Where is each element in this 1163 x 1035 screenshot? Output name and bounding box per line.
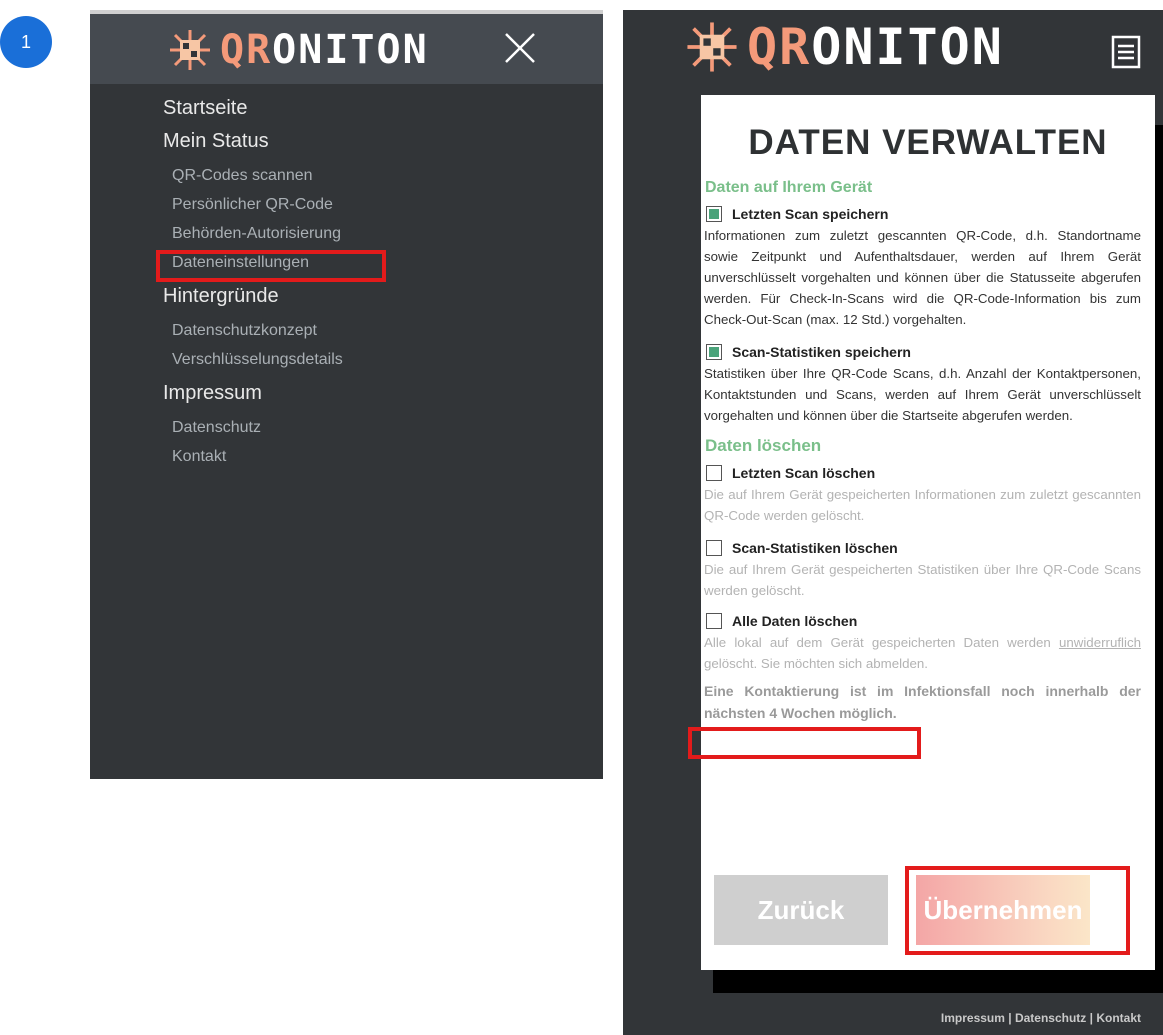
menu-item-behoerden-autorisierung[interactable]: Behörden-Autorisierung (163, 219, 603, 248)
delete-all-checkbox[interactable] (706, 613, 722, 629)
save-stats-checkbox[interactable] (706, 344, 722, 360)
delete-last-scan-description: Die auf Ihrem Gerät gespeicherten Inform… (704, 487, 1141, 523)
menu-item-persoenlicher-qr-code[interactable]: Persönlicher QR-Code (163, 190, 603, 219)
navigation-menu-panel: QRONITON Startseite Mein Status QR-Codes… (90, 10, 603, 779)
virus-logo-icon (687, 22, 737, 72)
back-button[interactable]: Zurück (714, 875, 888, 945)
delete-all-label: Alle Daten löschen (732, 613, 858, 629)
settings-card: DATEN VERWALTEN Daten auf Ihrem Gerät Le… (701, 95, 1155, 970)
delete-stats-description: Die auf Ihrem Gerät gespeicherten Statis… (704, 562, 1141, 598)
menu-item-hintergruende[interactable]: Hintergründe (163, 277, 603, 316)
delete-all-description: Alle lokal auf dem Gerät gespeicherten D… (704, 635, 1141, 671)
menu-item-impressum[interactable]: Impressum (163, 374, 603, 413)
option-delete-stats[interactable]: Scan-Statistiken löschen (706, 540, 1155, 556)
menu-item-verschluesselungsdetails[interactable]: Verschlüsselungsdetails (163, 345, 603, 374)
save-last-scan-description: Informationen zum zuletzt gescannten QR-… (704, 228, 1141, 327)
save-stats-label: Scan-Statistiken speichern (732, 344, 911, 360)
highlight-box-dateneinstellungen (156, 250, 386, 282)
footer-links[interactable]: Impressum | Datenschutz | Kontakt (941, 1011, 1141, 1025)
unwiderruflich-text: unwiderruflich (1058, 635, 1141, 650)
option-delete-all[interactable]: Alle Daten löschen (706, 613, 1155, 629)
delete-stats-label: Scan-Statistiken löschen (732, 540, 898, 556)
infection-contact-warning: Eine Kontaktierung ist im Infektionsfall… (704, 683, 1141, 721)
menu-icon[interactable] (1111, 35, 1141, 69)
brand-wordmark: QRONITON (747, 18, 1004, 76)
menu-item-kontakt[interactable]: Kontakt (163, 442, 603, 471)
menu-item-mein-status[interactable]: Mein Status (163, 122, 603, 161)
option-delete-last-scan[interactable]: Letzten Scan löschen (706, 465, 1155, 481)
menu-item-qr-codes-scannen[interactable]: QR-Codes scannen (163, 161, 603, 190)
step-number-badge: 1 (0, 16, 52, 68)
virus-logo-icon (170, 30, 210, 70)
brand-logo[interactable]: QRONITON (685, 20, 1004, 74)
highlight-box-apply (905, 866, 1130, 955)
save-last-scan-label: Letzten Scan speichern (732, 206, 889, 222)
delete-last-scan-checkbox[interactable] (706, 465, 722, 481)
delete-stats-checkbox[interactable] (706, 540, 722, 556)
brand-wordmark: QRONITON (220, 27, 429, 73)
menu-header: QRONITON (90, 10, 603, 84)
option-save-last-scan[interactable]: Letzten Scan speichern (706, 206, 1155, 222)
menu-item-datenschutz[interactable]: Datenschutz (163, 413, 603, 442)
page-title: DATEN VERWALTEN (748, 123, 1108, 162)
delete-last-scan-label: Letzten Scan löschen (732, 465, 876, 481)
highlight-box-delete-all (688, 727, 921, 759)
save-stats-description: Statistiken über Ihre QR-Code Scans, d.h… (704, 366, 1141, 423)
brand-logo[interactable]: QRONITON (168, 28, 429, 72)
section-heading-device: Daten auf Ihrem Gerät (705, 179, 873, 196)
save-last-scan-checkbox[interactable] (706, 206, 722, 222)
menu-item-startseite[interactable]: Startseite (163, 94, 603, 122)
menu-item-datenschutzkonzept[interactable]: Datenschutzkonzept (163, 316, 603, 345)
close-icon[interactable] (502, 30, 538, 66)
option-save-stats[interactable]: Scan-Statistiken speichern (706, 344, 1155, 360)
section-heading-delete: Daten löschen (705, 436, 822, 455)
